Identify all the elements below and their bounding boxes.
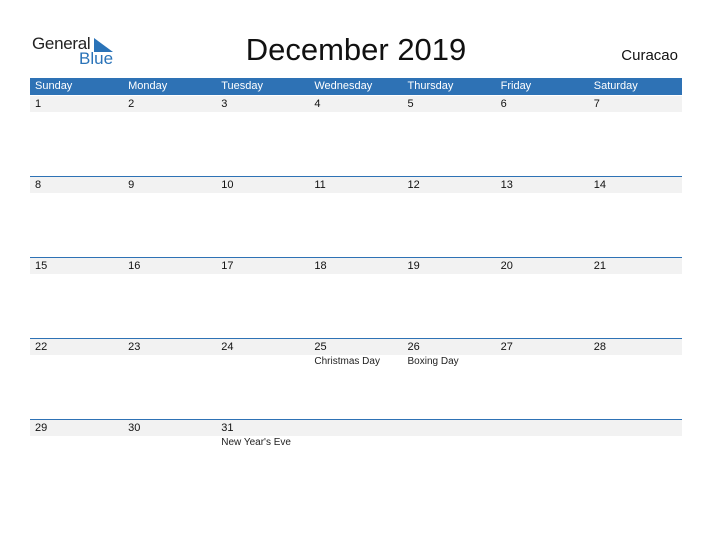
day-number — [589, 420, 682, 436]
week-row: 22 23 24 25 26 27 28 Christmas Day Boxing Day — [30, 338, 682, 419]
date-row: 22 23 24 25 26 27 28 — [30, 339, 682, 355]
day-number: 26 — [407, 341, 420, 353]
event-row: Christmas Day Boxing Day — [30, 355, 682, 368]
day-number: 19 — [407, 260, 420, 272]
date-row: 8 9 10 11 12 13 14 — [30, 177, 682, 193]
day-number: 5 — [407, 98, 414, 110]
weekday-wednesday: Wednesday — [314, 80, 373, 92]
day-number: 30 — [128, 422, 141, 434]
holiday-label — [589, 355, 682, 368]
day-number: 12 — [407, 179, 420, 191]
day-number — [403, 420, 496, 436]
holiday-label — [123, 436, 216, 449]
day-number: 22 — [35, 341, 48, 353]
holiday-label — [589, 436, 682, 449]
day-number: 6 — [500, 98, 507, 110]
holiday-label: New Year's Eve — [221, 437, 291, 448]
day-number: 3 — [221, 98, 228, 110]
holiday-label — [30, 436, 123, 449]
weekday-thursday: Thursday — [407, 80, 454, 92]
day-number: 2 — [128, 98, 135, 110]
holiday-label: Boxing Day — [407, 356, 459, 367]
week-row: 29 30 31 New Year's Eve — [30, 419, 682, 500]
calendar-title: December 2019 — [245, 32, 467, 67]
day-number: 10 — [221, 179, 234, 191]
date-row: 1 2 3 4 5 6 7 — [30, 96, 682, 112]
day-number: 7 — [593, 98, 600, 110]
day-number: 23 — [128, 341, 141, 353]
day-number: 14 — [593, 179, 606, 191]
day-number: 21 — [593, 260, 606, 272]
weekday-friday: Friday — [500, 80, 532, 92]
date-row: 15 16 17 18 19 20 21 — [30, 258, 682, 274]
day-number: 27 — [500, 341, 513, 353]
day-number: 29 — [35, 422, 48, 434]
day-number: 28 — [593, 341, 606, 353]
week-row: 1 2 3 4 5 6 7 — [30, 96, 682, 176]
event-row: New Year's Eve — [30, 436, 682, 449]
day-number — [496, 420, 589, 436]
weekday-saturday: Saturday — [593, 80, 638, 92]
country-label: Curacao — [621, 47, 678, 64]
holiday-label — [216, 355, 309, 368]
holiday-label — [123, 355, 216, 368]
holiday-label — [496, 436, 589, 449]
day-number: 31 — [221, 422, 234, 434]
day-number: 18 — [314, 260, 327, 272]
holiday-label: Christmas Day — [314, 356, 380, 367]
day-number: 25 — [314, 341, 327, 353]
holiday-label — [30, 355, 123, 368]
day-number: 17 — [221, 260, 234, 272]
holiday-label — [309, 436, 402, 449]
day-number: 20 — [500, 260, 513, 272]
holiday-label — [496, 355, 589, 368]
day-number: 4 — [314, 98, 321, 110]
day-number: 16 — [128, 260, 141, 272]
week-row: 15 16 17 18 19 20 21 — [30, 257, 682, 338]
holiday-label — [403, 436, 496, 449]
week-row: 8 9 10 11 12 13 14 — [30, 176, 682, 257]
weekday-tuesday: Tuesday — [221, 80, 264, 92]
day-number — [309, 420, 402, 436]
weekday-header: Sunday Monday Tuesday Wednesday Thursday… — [30, 78, 682, 95]
day-number: 13 — [500, 179, 513, 191]
day-number: 8 — [35, 179, 42, 191]
weekday-monday: Monday — [128, 80, 168, 92]
day-number: 15 — [35, 260, 48, 272]
date-row: 29 30 31 — [30, 420, 682, 436]
day-number: 1 — [35, 98, 42, 110]
day-number: 9 — [128, 179, 135, 191]
weekday-sunday: Sunday — [35, 80, 73, 92]
day-number: 11 — [314, 179, 326, 191]
day-number: 24 — [221, 341, 234, 353]
